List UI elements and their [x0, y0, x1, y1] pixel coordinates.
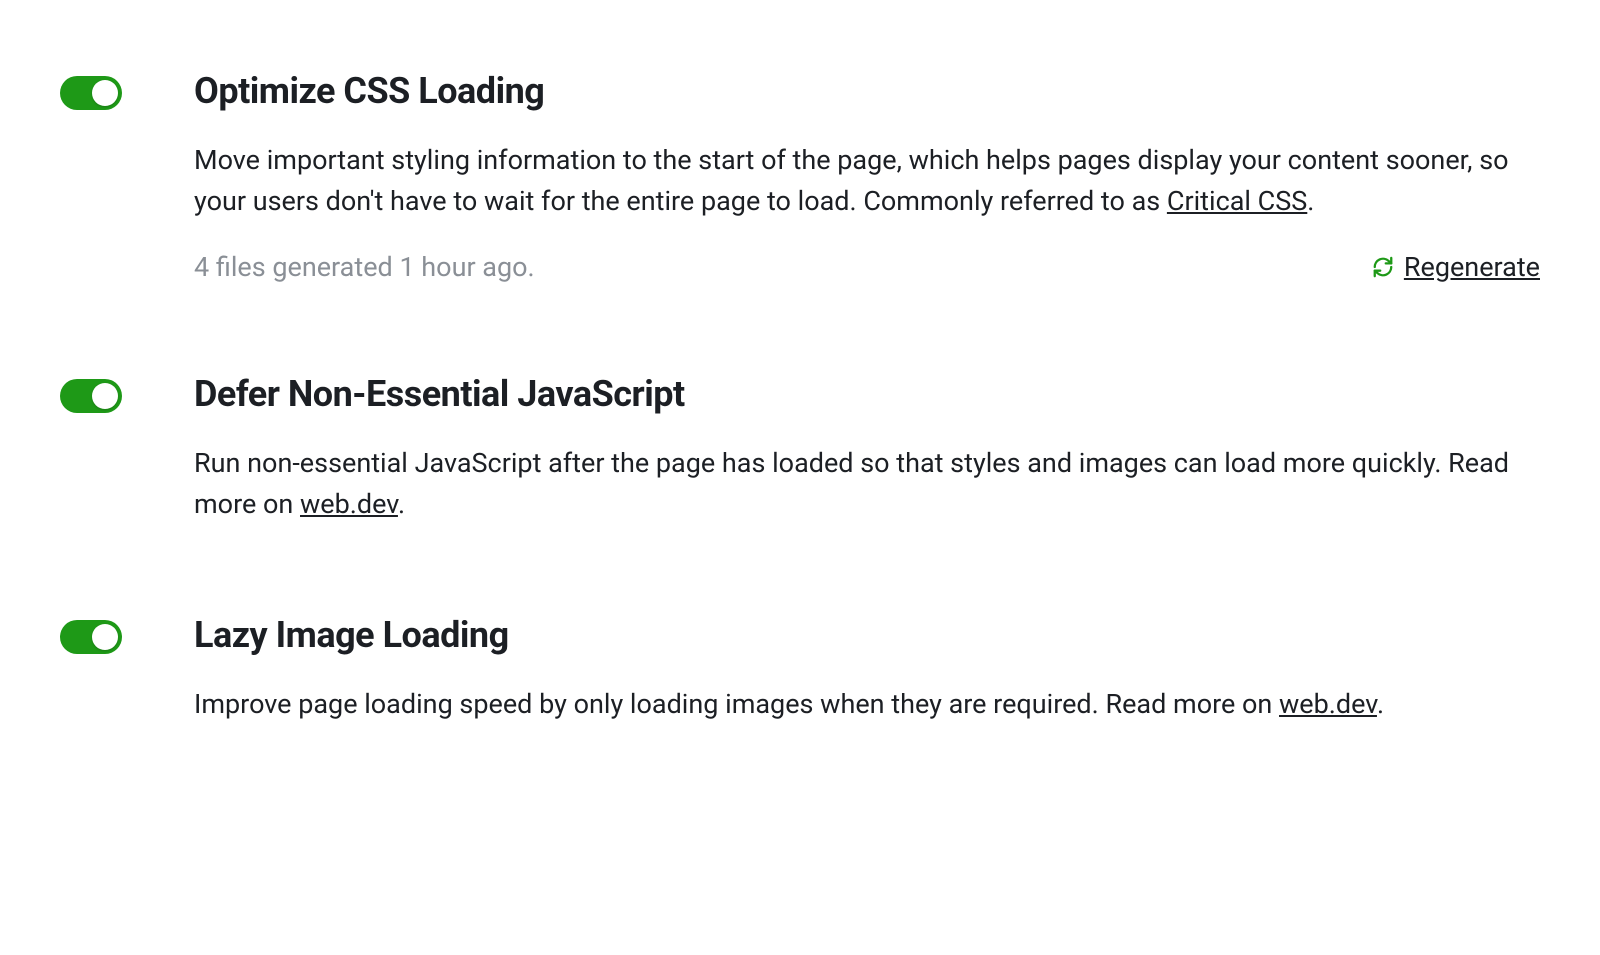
setting-description: Move important styling information to th… [194, 140, 1540, 221]
status-row: 4 files generated 1 hour ago. Regenerate [194, 251, 1540, 283]
toggle-col [60, 614, 122, 725]
regenerate-label: Regenerate [1404, 251, 1540, 283]
setting-description: Run non-essential JavaScript after the p… [194, 443, 1540, 524]
desc-prefix: Improve page loading speed by only loadi… [194, 688, 1279, 720]
setting-title: Optimize CSS Loading [194, 70, 1540, 112]
toggle-col [60, 373, 122, 524]
desc-suffix: . [1307, 185, 1314, 217]
desc-suffix: . [1377, 688, 1384, 720]
toggle-knob [92, 383, 118, 409]
setting-content: Lazy Image Loading Improve page loading … [194, 614, 1540, 725]
toggle-optimize-css[interactable] [60, 76, 122, 110]
toggle-defer-js[interactable] [60, 379, 122, 413]
setting-lazy-images: Lazy Image Loading Improve page loading … [60, 614, 1540, 725]
setting-title: Lazy Image Loading [194, 614, 1540, 656]
link-critical-css[interactable]: Critical CSS [1167, 185, 1307, 217]
toggle-col [60, 70, 122, 283]
desc-suffix: . [398, 488, 405, 520]
toggle-knob [92, 624, 118, 650]
regenerate-button[interactable]: Regenerate [1372, 251, 1540, 283]
toggle-lazy-images[interactable] [60, 620, 122, 654]
setting-defer-js: Defer Non-Essential JavaScript Run non-e… [60, 373, 1540, 524]
refresh-icon [1372, 256, 1394, 278]
status-text: 4 files generated 1 hour ago. [194, 251, 535, 283]
setting-description: Improve page loading speed by only loadi… [194, 684, 1540, 725]
setting-optimize-css: Optimize CSS Loading Move important styl… [60, 70, 1540, 283]
link-web-dev[interactable]: web.dev [1279, 688, 1377, 720]
toggle-knob [92, 80, 118, 106]
setting-title: Defer Non-Essential JavaScript [194, 373, 1540, 415]
setting-content: Defer Non-Essential JavaScript Run non-e… [194, 373, 1540, 524]
link-web-dev[interactable]: web.dev [300, 488, 398, 520]
setting-content: Optimize CSS Loading Move important styl… [194, 70, 1540, 283]
